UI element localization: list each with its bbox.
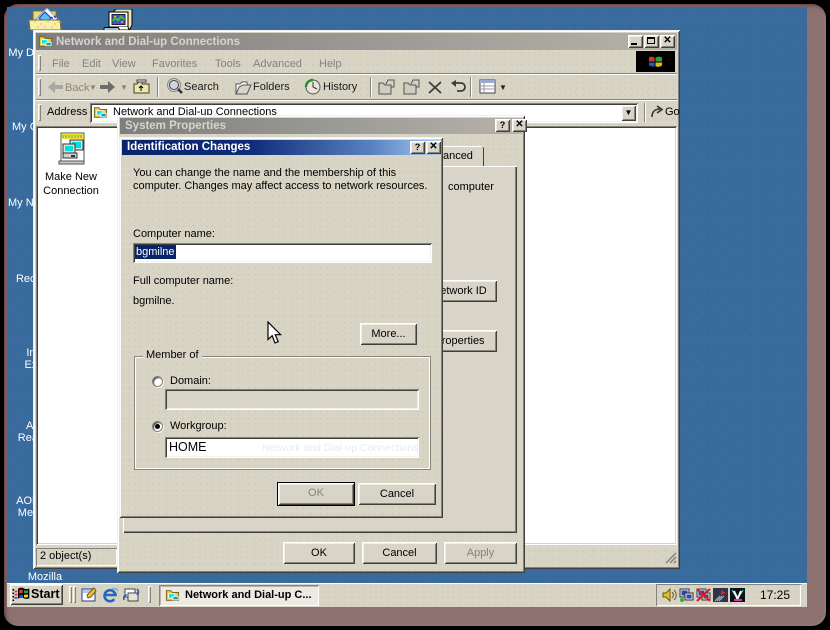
svg-text:Back: Back bbox=[65, 82, 90, 94]
